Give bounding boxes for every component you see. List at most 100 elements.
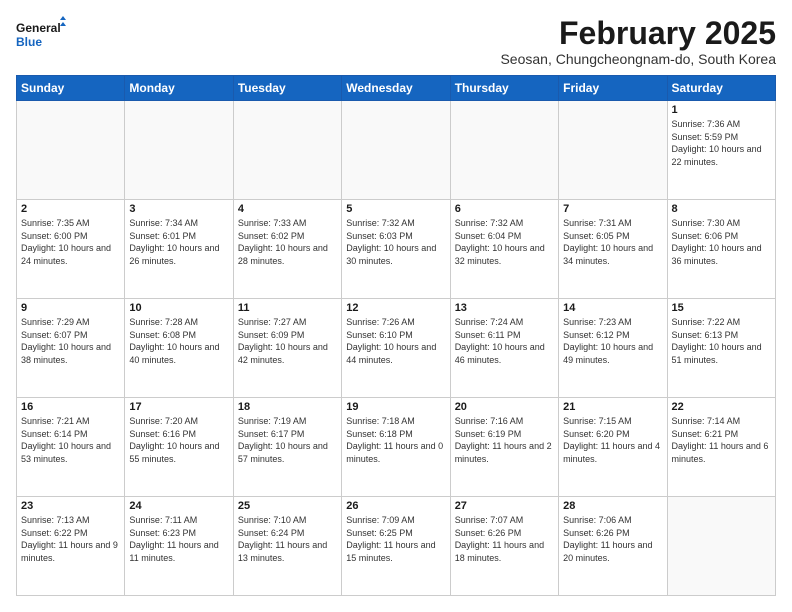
day-number: 9 — [21, 302, 120, 314]
day-info: Sunrise: 7:27 AM Sunset: 6:09 PM Dayligh… — [238, 316, 337, 366]
subtitle: Seosan, Chungcheongnam-do, South Korea — [500, 51, 776, 67]
calendar-cell — [667, 497, 775, 596]
day-info: Sunrise: 7:06 AM Sunset: 6:26 PM Dayligh… — [563, 514, 662, 564]
day-number: 25 — [238, 500, 337, 512]
calendar-cell: 18 Sunrise: 7:19 AM Sunset: 6:17 PM Dayli… — [233, 398, 341, 497]
day-number: 12 — [346, 302, 445, 314]
calendar-cell: 2 Sunrise: 7:35 AM Sunset: 6:00 PM Daylig… — [17, 200, 125, 299]
col-saturday: Saturday — [667, 76, 775, 101]
day-number: 15 — [672, 302, 771, 314]
day-info: Sunrise: 7:13 AM Sunset: 6:22 PM Dayligh… — [21, 514, 120, 564]
day-info: Sunrise: 7:29 AM Sunset: 6:07 PM Dayligh… — [21, 316, 120, 366]
day-info: Sunrise: 7:22 AM Sunset: 6:13 PM Dayligh… — [672, 316, 771, 366]
day-number: 21 — [563, 401, 662, 413]
day-info: Sunrise: 7:19 AM Sunset: 6:17 PM Dayligh… — [238, 415, 337, 465]
day-number: 1 — [672, 104, 771, 116]
calendar-cell: 7 Sunrise: 7:31 AM Sunset: 6:05 PM Daylig… — [559, 200, 667, 299]
day-number: 13 — [455, 302, 554, 314]
main-title: February 2025 — [500, 16, 776, 51]
day-info: Sunrise: 7:11 AM Sunset: 6:23 PM Dayligh… — [129, 514, 228, 564]
calendar-cell: 6 Sunrise: 7:32 AM Sunset: 6:04 PM Daylig… — [450, 200, 558, 299]
calendar-cell: 16 Sunrise: 7:21 AM Sunset: 6:14 PM Dayli… — [17, 398, 125, 497]
day-number: 26 — [346, 500, 445, 512]
calendar-cell: 8 Sunrise: 7:30 AM Sunset: 6:06 PM Daylig… — [667, 200, 775, 299]
day-info: Sunrise: 7:07 AM Sunset: 6:26 PM Dayligh… — [455, 514, 554, 564]
day-number: 14 — [563, 302, 662, 314]
day-info: Sunrise: 7:23 AM Sunset: 6:12 PM Dayligh… — [563, 316, 662, 366]
day-number: 7 — [563, 203, 662, 215]
calendar-cell: 1 Sunrise: 7:36 AM Sunset: 5:59 PM Daylig… — [667, 101, 775, 200]
day-number: 4 — [238, 203, 337, 215]
calendar-cell: 14 Sunrise: 7:23 AM Sunset: 6:12 PM Dayli… — [559, 299, 667, 398]
calendar-cell: 9 Sunrise: 7:29 AM Sunset: 6:07 PM Daylig… — [17, 299, 125, 398]
col-wednesday: Wednesday — [342, 76, 450, 101]
col-tuesday: Tuesday — [233, 76, 341, 101]
day-number: 10 — [129, 302, 228, 314]
calendar-cell — [233, 101, 341, 200]
calendar-week-row: 2 Sunrise: 7:35 AM Sunset: 6:00 PM Daylig… — [17, 200, 776, 299]
calendar-week-row: 9 Sunrise: 7:29 AM Sunset: 6:07 PM Daylig… — [17, 299, 776, 398]
calendar-header-row: Sunday Monday Tuesday Wednesday Thursday… — [17, 76, 776, 101]
col-monday: Monday — [125, 76, 233, 101]
col-friday: Friday — [559, 76, 667, 101]
calendar-cell: 4 Sunrise: 7:33 AM Sunset: 6:02 PM Daylig… — [233, 200, 341, 299]
day-info: Sunrise: 7:35 AM Sunset: 6:00 PM Dayligh… — [21, 217, 120, 267]
day-number: 19 — [346, 401, 445, 413]
calendar-cell — [450, 101, 558, 200]
calendar-cell: 20Sunrise: 7:16 AM Sunset: 6:19 PM Dayli… — [450, 398, 558, 497]
day-info: Sunrise: 7:33 AM Sunset: 6:02 PM Dayligh… — [238, 217, 337, 267]
day-info: Sunrise: 7:20 AM Sunset: 6:16 PM Dayligh… — [129, 415, 228, 465]
day-number: 8 — [672, 203, 771, 215]
calendar-cell: 25 Sunrise: 7:10 AM Sunset: 6:24 PM Dayli… — [233, 497, 341, 596]
day-info: Sunrise: 7:26 AM Sunset: 6:10 PM Dayligh… — [346, 316, 445, 366]
calendar-cell — [559, 101, 667, 200]
day-number: 18 — [238, 401, 337, 413]
day-info: Sunrise: 7:32 AM Sunset: 6:04 PM Dayligh… — [455, 217, 554, 267]
calendar-cell: 26Sunrise: 7:09 AM Sunset: 6:25 PM Dayli… — [342, 497, 450, 596]
calendar-cell: 10Sunrise: 7:28 AM Sunset: 6:08 PM Dayli… — [125, 299, 233, 398]
day-info: Sunrise: 7:30 AM Sunset: 6:06 PM Dayligh… — [672, 217, 771, 267]
day-number: 2 — [21, 203, 120, 215]
day-info: Sunrise: 7:16 AM Sunset: 6:19 PM Dayligh… — [455, 415, 554, 465]
day-info: Sunrise: 7:18 AM Sunset: 6:18 PM Dayligh… — [346, 415, 445, 465]
day-number: 24 — [129, 500, 228, 512]
day-number: 28 — [563, 500, 662, 512]
day-info: Sunrise: 7:32 AM Sunset: 6:03 PM Dayligh… — [346, 217, 445, 267]
day-number: 23 — [21, 500, 120, 512]
day-info: Sunrise: 7:31 AM Sunset: 6:05 PM Dayligh… — [563, 217, 662, 267]
calendar-table: Sunday Monday Tuesday Wednesday Thursday… — [16, 75, 776, 596]
svg-text:General: General — [16, 21, 61, 35]
day-number: 27 — [455, 500, 554, 512]
calendar-cell — [125, 101, 233, 200]
calendar-cell: 21 Sunrise: 7:15 AM Sunset: 6:20 PM Dayli… — [559, 398, 667, 497]
day-info: Sunrise: 7:24 AM Sunset: 6:11 PM Dayligh… — [455, 316, 554, 366]
title-block: February 2025 Seosan, Chungcheongnam-do,… — [500, 16, 776, 67]
day-number: 3 — [129, 203, 228, 215]
day-info: Sunrise: 7:36 AM Sunset: 5:59 PM Dayligh… — [672, 118, 771, 168]
day-info: Sunrise: 7:10 AM Sunset: 6:24 PM Dayligh… — [238, 514, 337, 564]
day-number: 11 — [238, 302, 337, 314]
day-number: 6 — [455, 203, 554, 215]
calendar-cell: 17Sunrise: 7:20 AM Sunset: 6:16 PM Dayli… — [125, 398, 233, 497]
day-info: Sunrise: 7:21 AM Sunset: 6:14 PM Dayligh… — [21, 415, 120, 465]
calendar-cell: 24 Sunrise: 7:11 AM Sunset: 6:23 PM Dayli… — [125, 497, 233, 596]
calendar-cell: 12 Sunrise: 7:26 AM Sunset: 6:10 PM Dayli… — [342, 299, 450, 398]
calendar-week-row: 1 Sunrise: 7:36 AM Sunset: 5:59 PM Daylig… — [17, 101, 776, 200]
day-info: Sunrise: 7:15 AM Sunset: 6:20 PM Dayligh… — [563, 415, 662, 465]
calendar-cell: 11 Sunrise: 7:27 AM Sunset: 6:09 PM Dayli… — [233, 299, 341, 398]
day-number: 5 — [346, 203, 445, 215]
calendar-cell: 3Sunrise: 7:34 AM Sunset: 6:01 PM Daylig… — [125, 200, 233, 299]
calendar-cell — [17, 101, 125, 200]
calendar-cell: 13 Sunrise: 7:24 AM Sunset: 6:11 PM Dayli… — [450, 299, 558, 398]
col-sunday: Sunday — [17, 76, 125, 101]
day-info: Sunrise: 7:14 AM Sunset: 6:21 PM Dayligh… — [672, 415, 771, 465]
day-number: 16 — [21, 401, 120, 413]
calendar-week-row: 23 Sunrise: 7:13 AM Sunset: 6:22 PM Dayli… — [17, 497, 776, 596]
calendar-cell: 27 Sunrise: 7:07 AM Sunset: 6:26 PM Dayli… — [450, 497, 558, 596]
calendar-cell — [342, 101, 450, 200]
calendar-cell: 19 Sunrise: 7:18 AM Sunset: 6:18 PM Dayli… — [342, 398, 450, 497]
logo-svg: General Blue — [16, 16, 66, 56]
calendar-cell: 28 Sunrise: 7:06 AM Sunset: 6:26 PM Dayli… — [559, 497, 667, 596]
header: General Blue February 2025 Seosan, Chung… — [16, 16, 776, 67]
calendar-cell: 5 Sunrise: 7:32 AM Sunset: 6:03 PM Daylig… — [342, 200, 450, 299]
